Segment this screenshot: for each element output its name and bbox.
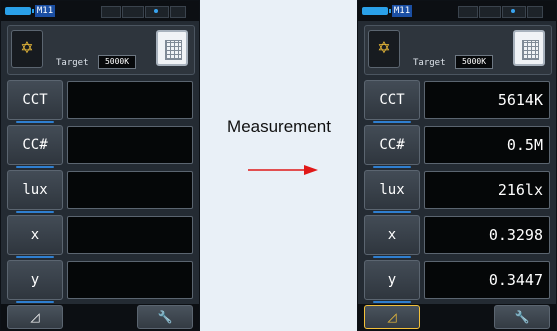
y-label-button[interactable]: y (364, 260, 420, 303)
y-value (67, 261, 193, 299)
cc-label-button[interactable]: CC# (364, 125, 420, 168)
measurement-caption: Measurement (227, 117, 331, 136)
status-indicator (101, 6, 121, 18)
grid-icon (165, 40, 182, 60)
cc-label-button[interactable]: CC# (7, 125, 63, 168)
cc-value (67, 126, 193, 164)
status-indicator (458, 6, 478, 18)
bottom-bar: ◿ 🔧 (1, 304, 199, 330)
delta-button[interactable]: ◿ (364, 305, 420, 329)
status-dot-icon (154, 9, 158, 13)
y-label-button[interactable]: y (7, 260, 63, 303)
measurement-row-x: x 0.3298 (364, 215, 550, 258)
cct-label-button[interactable]: CCT (364, 80, 420, 123)
status-bar: M11 (1, 1, 199, 21)
wrench-icon: 🔧 (157, 310, 173, 324)
battery-icon (5, 7, 34, 15)
settings-button[interactable]: 🔧 (137, 305, 193, 329)
delta-icon: ◿ (387, 310, 397, 324)
target-value[interactable]: 5000K (455, 55, 493, 69)
delta-button[interactable]: ◿ (7, 305, 63, 329)
header-panel: ✡ Target 5000K (364, 25, 552, 75)
x-value: 0.3298 (424, 216, 550, 254)
cct-value: 5614K (424, 81, 550, 119)
x-label-button[interactable]: x (364, 215, 420, 258)
lux-label-button[interactable]: lux (364, 170, 420, 213)
target-value[interactable]: 5000K (98, 55, 136, 69)
bottom-bar: ◿ 🔧 (358, 304, 556, 330)
x-value (67, 216, 193, 254)
measurement-row-cc: CC# (7, 125, 193, 168)
measurement-row-cc: CC# 0.5M (364, 125, 550, 168)
status-indicator (170, 6, 186, 18)
left-meter-screen: M11 ✡ Target 5000K CCT CC# lux x y ◿ 🔧 (0, 0, 200, 331)
memory-button[interactable] (156, 30, 188, 66)
lux-label-button[interactable]: lux (7, 170, 63, 213)
light-source-mode-button[interactable]: ✡ (11, 30, 43, 68)
measurement-row-lux: lux (7, 170, 193, 213)
target-label: Target (56, 58, 89, 68)
status-indicator (479, 6, 501, 18)
cct-label-button[interactable]: CCT (7, 80, 63, 123)
battery-icon (362, 7, 391, 15)
star-icon: ✡ (20, 38, 34, 57)
lux-value (67, 171, 193, 209)
light-source-mode-button[interactable]: ✡ (368, 30, 400, 68)
y-value: 0.3447 (424, 261, 550, 299)
cct-value (67, 81, 193, 119)
lux-value: 216lx (424, 171, 550, 209)
status-indicator (527, 6, 543, 18)
measurement-row-y: y 0.3447 (364, 260, 550, 303)
memory-button[interactable] (513, 30, 545, 66)
wrench-icon: 🔧 (514, 310, 530, 324)
target-label: Target (413, 58, 446, 68)
right-meter-screen: M11 ✡ Target 5000K CCT 5614K CC# 0.5M lu… (357, 0, 557, 331)
grid-icon (522, 40, 539, 60)
delta-icon: ◿ (30, 310, 40, 324)
measurement-row-x: x (7, 215, 193, 258)
measurement-row-cct: CCT 5614K (364, 80, 550, 123)
x-label-button[interactable]: x (7, 215, 63, 258)
status-bar: M11 (358, 1, 556, 21)
settings-button[interactable]: 🔧 (494, 305, 550, 329)
cc-value: 0.5M (424, 126, 550, 164)
measurement-row-y: y (7, 260, 193, 303)
star-icon: ✡ (377, 38, 391, 57)
memory-mode-chip: M11 (35, 5, 55, 17)
memory-mode-chip: M11 (392, 5, 412, 17)
right-arrow-icon (248, 165, 318, 175)
status-indicator (122, 6, 144, 18)
measurement-row-cct: CCT (7, 80, 193, 123)
header-panel: ✡ Target 5000K (7, 25, 195, 75)
status-dot-icon (511, 9, 515, 13)
measurement-row-lux: lux 216lx (364, 170, 550, 213)
